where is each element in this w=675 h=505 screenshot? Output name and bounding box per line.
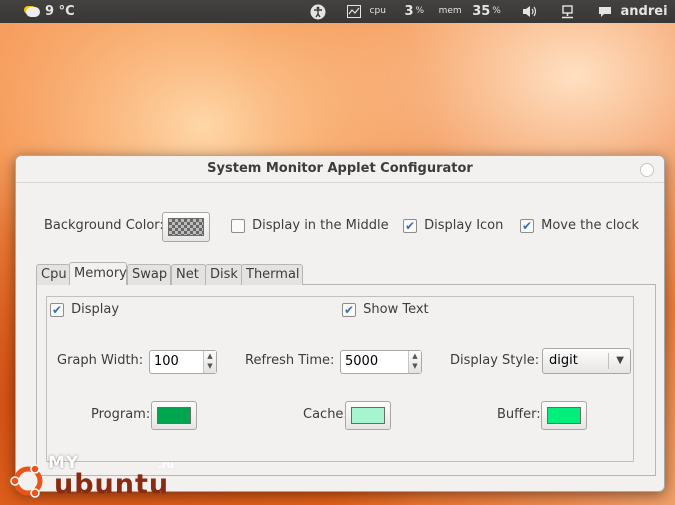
weather-temperature: 9 °C: [45, 4, 75, 19]
buffer-label: Buffer:: [497, 407, 541, 422]
display-style-value: digit: [549, 353, 578, 368]
spin-arrows-icon[interactable]: ▲ ▼: [408, 351, 421, 373]
mem-unit: %: [492, 6, 501, 16]
tab-swap[interactable]: Swap: [127, 264, 171, 285]
display-style-select[interactable]: digit ▼: [542, 348, 631, 374]
background-color-label: Background Color:: [44, 218, 164, 233]
background-color-swatch: [168, 218, 204, 236]
show-text-option[interactable]: ✔ Show Text: [342, 302, 429, 317]
tab-cpu[interactable]: Cpu: [36, 264, 70, 285]
mem-label: mem: [438, 6, 462, 16]
display-icon-label: Display Icon: [424, 218, 504, 233]
display-middle-checkbox[interactable]: [231, 218, 245, 233]
graph-width-label: Graph Width:: [57, 353, 144, 368]
spin-arrows-icon[interactable]: ▲ ▼: [203, 351, 216, 373]
monitor-graph-icon: [347, 5, 361, 18]
move-clock-checkbox[interactable]: ✔: [520, 218, 534, 233]
display-icon-checkbox[interactable]: ✔: [403, 218, 417, 233]
display-label: Display: [71, 302, 120, 317]
refresh-time-value: 5000: [345, 354, 379, 369]
chat-status-icon: [599, 6, 611, 17]
program-color-button[interactable]: [151, 401, 197, 430]
cpu-label: cpu: [369, 6, 386, 16]
user-menu[interactable]: andrei: [598, 0, 668, 23]
close-icon[interactable]: [640, 163, 654, 177]
weather-cloud-icon: [26, 6, 40, 17]
top-panel: 9 °C cpu 3% mem 35% andrei: [0, 0, 675, 23]
logo-ubuntu-text: ubuntu: [54, 469, 170, 500]
user-name: andrei: [620, 4, 668, 19]
weather-indicator[interactable]: 9 °C: [26, 0, 75, 23]
program-color-swatch: [157, 407, 191, 424]
system-monitor-applet[interactable]: cpu 3% mem 35%: [347, 0, 501, 23]
graph-width-value: 100: [154, 354, 179, 369]
dialog-title: System Monitor Applet Configurator: [16, 156, 664, 183]
ubuntu-circle-icon: [10, 464, 43, 498]
display-icon-option[interactable]: ✔ Display Icon: [403, 218, 503, 233]
cache-color-swatch: [351, 407, 385, 424]
tab-thermal[interactable]: Thermal: [241, 264, 303, 285]
buffer-color-swatch: [547, 407, 581, 424]
refresh-time-label: Refresh Time:: [245, 353, 335, 368]
move-clock-option[interactable]: ✔ Move the clock: [520, 218, 639, 233]
display-middle-option[interactable]: Display in the Middle: [231, 218, 389, 233]
volume-icon[interactable]: [522, 0, 537, 23]
cache-label: Cache:: [303, 407, 348, 422]
display-style-label: Display Style:: [450, 353, 540, 368]
tab-net[interactable]: Net: [171, 264, 206, 285]
graph-width-spinner[interactable]: 100 ▲ ▼: [149, 350, 217, 374]
mem-value: 35: [472, 4, 491, 19]
accessibility-icon[interactable]: [310, 0, 326, 23]
refresh-time-spinner[interactable]: 5000 ▲ ▼: [340, 350, 422, 374]
background-color-button[interactable]: [162, 212, 210, 242]
show-text-checkbox[interactable]: ✔: [342, 302, 356, 317]
memory-settings-frame: [46, 296, 634, 462]
cache-color-button[interactable]: [345, 401, 391, 430]
cpu-unit: %: [415, 6, 425, 16]
myubuntu-logo: MY .ru ubuntu: [10, 453, 185, 503]
program-label: Program:: [91, 407, 151, 422]
show-text-label: Show Text: [363, 302, 429, 317]
buffer-color-button[interactable]: [541, 401, 587, 430]
network-icon[interactable]: [561, 0, 574, 23]
move-clock-label: Move the clock: [541, 218, 639, 233]
display-option[interactable]: ✔ Display: [50, 302, 119, 317]
chevron-down-icon: ▼: [616, 355, 624, 366]
tab-disk[interactable]: Disk: [205, 264, 243, 285]
tab-memory[interactable]: Memory: [69, 262, 127, 285]
cpu-value: 3: [404, 4, 414, 19]
display-checkbox[interactable]: ✔: [50, 302, 64, 317]
combo-separator: [608, 353, 609, 369]
display-middle-label: Display in the Middle: [252, 218, 389, 233]
